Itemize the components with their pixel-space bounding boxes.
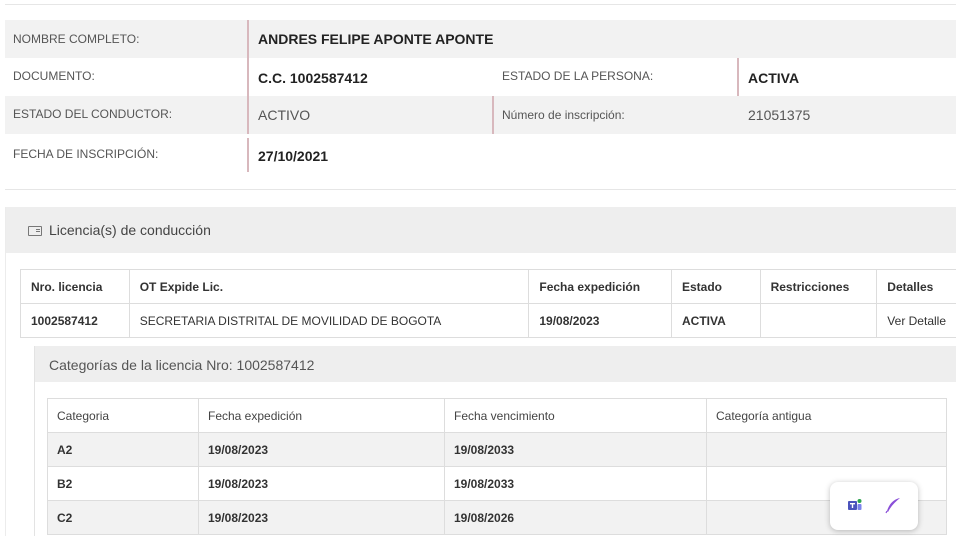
- accent-bar: [737, 58, 739, 96]
- cell-fecha-expedicion: 19/08/2023: [198, 500, 445, 535]
- table-row: B2 19/08/2023 19/08/2033: [47, 466, 947, 501]
- table-row: A2 19/08/2023 19/08/2033: [47, 432, 947, 467]
- person-info-card: NOMBRE COMPLETO: ANDRES FELIPE APONTE AP…: [5, 4, 956, 190]
- licencias-title: Licencia(s) de conducción: [49, 222, 211, 238]
- cell-fecha-expedicion: 19/08/2023: [198, 466, 445, 501]
- feather-pen-icon[interactable]: [884, 496, 902, 514]
- cell-restricciones: [759, 303, 878, 338]
- teams-icon[interactable]: [848, 498, 862, 512]
- row-estado-conductor: ESTADO DEL CONDUCTOR: ACTIVO Número de i…: [5, 96, 956, 134]
- accent-bar: [247, 96, 249, 134]
- cell-fecha-vencimiento: 19/08/2033: [444, 432, 707, 467]
- documento-label: DOCUMENTO:: [13, 69, 95, 83]
- categorias-panel: Categorías de la licencia Nro: 100258741…: [34, 346, 956, 536]
- col-nro-licencia: Nro. licencia: [20, 269, 130, 304]
- cell-categoria: A2: [47, 432, 199, 467]
- cell-fecha-vencimiento: 19/08/2026: [444, 500, 707, 535]
- table-header-row: Categoria Fecha expedición Fecha vencimi…: [47, 398, 947, 433]
- cell-fecha-vencimiento: 19/08/2033: [444, 466, 707, 501]
- cell-estado: ACTIVA: [670, 303, 761, 338]
- nombre-label: NOMBRE COMPLETO:: [13, 32, 140, 46]
- estado-conductor-label: ESTADO DEL CONDUCTOR:: [13, 107, 173, 121]
- ver-detalle-link[interactable]: Ver Detalle: [876, 303, 956, 338]
- col-fecha-expedicion: Fecha expedición: [198, 398, 445, 433]
- col-fecha-expedicion: Fecha expedición: [528, 269, 672, 304]
- col-categoria: Categoria: [47, 398, 199, 433]
- fecha-inscripcion-label: FECHA DE INSCRIPCIÓN:: [13, 147, 159, 161]
- cell-categoria: B2: [47, 466, 199, 501]
- cell-nro-licencia: 1002587412: [20, 303, 130, 338]
- numero-inscripcion-value: 21051375: [748, 107, 811, 123]
- floating-toolbar: [830, 482, 918, 530]
- cell-ot-expide: SECRETARIA DISTRITAL DE MOVILIDAD DE BOG…: [128, 303, 530, 338]
- categorias-table: Categoria Fecha expedición Fecha vencimi…: [47, 398, 947, 535]
- categorias-panel-header: Categorías de la licencia Nro: 100258741…: [35, 346, 956, 382]
- col-ot-expide: OT Expide Lic.: [128, 269, 530, 304]
- col-categoria-antigua: Categoría antigua: [706, 398, 947, 433]
- accent-bar: [492, 96, 494, 134]
- numero-inscripcion-label: Número de inscripción:: [502, 108, 625, 122]
- estado-persona-label: ESTADO DE LA PERSONA:: [502, 69, 654, 83]
- documento-value: C.C. 1002587412: [258, 70, 368, 86]
- table-header-row: Nro. licencia OT Expide Lic. Fecha exped…: [20, 269, 956, 304]
- accent-bar: [247, 20, 249, 58]
- cell-fecha-expedicion: 19/08/2023: [528, 303, 672, 338]
- row-nombre: NOMBRE COMPLETO: ANDRES FELIPE APONTE AP…: [5, 20, 956, 58]
- accent-bar: [247, 58, 249, 96]
- col-estado: Estado: [670, 269, 761, 304]
- estado-conductor-value: ACTIVO: [258, 107, 311, 123]
- id-card-icon: [28, 226, 42, 236]
- cell-categoria: C2: [47, 500, 199, 535]
- accent-bar: [247, 138, 249, 172]
- fecha-inscripcion-value: 27/10/2021: [258, 148, 329, 164]
- table-row: C2 19/08/2023 19/08/2026: [47, 500, 947, 535]
- cell-fecha-expedicion: 19/08/2023: [198, 432, 445, 467]
- licencias-panel-header[interactable]: Licencia(s) de conducción: [6, 207, 956, 253]
- row-fecha-inscripcion: FECHA DE INSCRIPCIÓN: 27/10/2021: [5, 136, 956, 174]
- col-detalles: Detalles: [876, 269, 956, 304]
- licencias-table: Nro. licencia OT Expide Lic. Fecha exped…: [20, 269, 956, 338]
- col-restricciones: Restricciones: [759, 269, 878, 304]
- categorias-title: Categorías de la licencia Nro: 100258741…: [49, 357, 315, 373]
- nombre-value: ANDRES FELIPE APONTE APONTE: [258, 31, 494, 47]
- cell-categoria-antigua: [706, 432, 947, 467]
- estado-persona-value: ACTIVA: [748, 70, 800, 86]
- licencias-panel: Licencia(s) de conducción Nro. licencia …: [5, 207, 956, 536]
- col-fecha-vencimiento: Fecha vencimiento: [444, 398, 707, 433]
- row-documento: DOCUMENTO: C.C. 1002587412 ESTADO DE LA …: [5, 58, 956, 96]
- table-row: 1002587412 SECRETARIA DISTRITAL DE MOVIL…: [20, 303, 956, 338]
